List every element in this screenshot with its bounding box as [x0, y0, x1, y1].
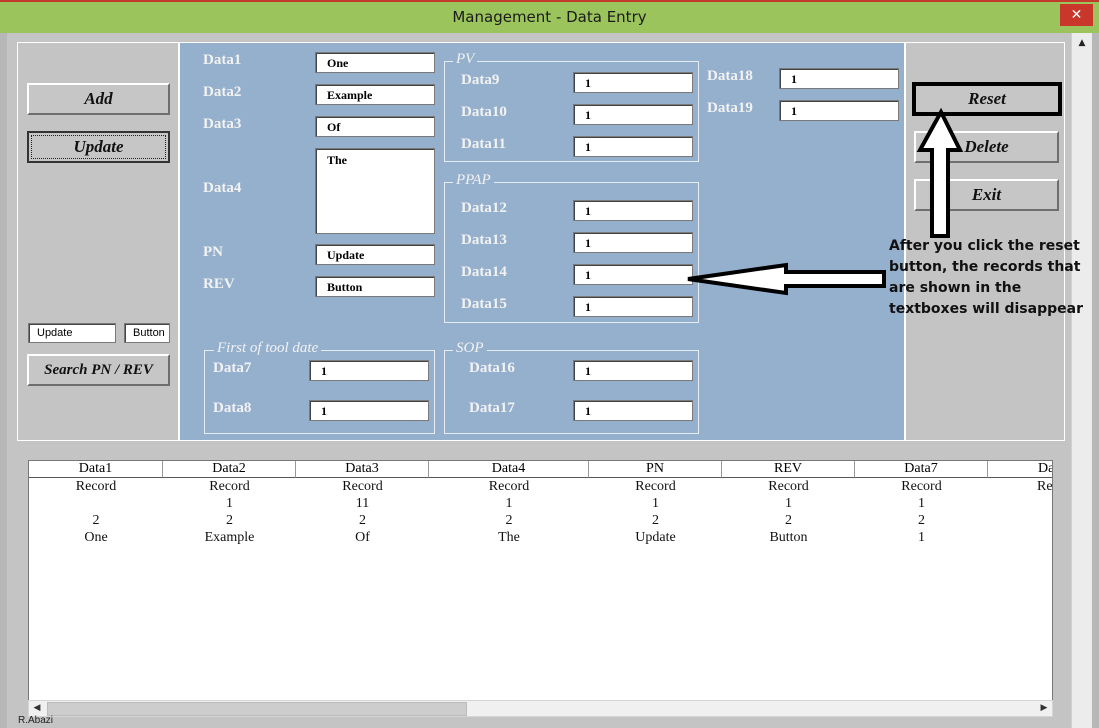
data18-input[interactable]: 1 — [779, 68, 899, 89]
data3-label: Data3 — [203, 116, 242, 132]
first-tool-date-title: First of tool date — [214, 340, 322, 357]
window-title: Management - Data Entry — [452, 8, 647, 26]
scroll-right-icon[interactable]: ▶ — [1036, 701, 1052, 716]
table-cell: 2 — [918, 513, 925, 528]
horizontal-scrollbar[interactable]: ◀ ▶ — [28, 700, 1053, 717]
data16-input[interactable]: 1 — [573, 360, 693, 381]
col-header-data1[interactable]: Data1 — [29, 461, 163, 478]
table-cell: 1 — [918, 496, 925, 511]
pn-input[interactable]: Update — [315, 244, 435, 265]
data2-label: Data2 — [203, 84, 242, 100]
table-cell: Record — [901, 479, 942, 494]
col-header-data3[interactable]: Data3 — [296, 461, 429, 478]
exit-button[interactable]: Exit — [914, 179, 1059, 211]
data14-label: Data14 — [461, 264, 507, 280]
data9-label: Data9 — [461, 72, 500, 88]
title-bar: Management - Data Entry ✕ — [0, 0, 1099, 33]
sop-frame-title: SOP — [453, 340, 487, 357]
update-button[interactable]: Update — [27, 131, 170, 163]
vertical-scrollbar[interactable]: ▲ — [1071, 33, 1092, 728]
scroll-up-icon[interactable]: ▲ — [1072, 35, 1092, 51]
col-header-data8-partial[interactable]: Da — [988, 461, 1052, 478]
data16-label: Data16 — [469, 360, 515, 376]
data10-label: Data10 — [461, 104, 507, 120]
search-rev-input[interactable]: Button — [124, 323, 170, 343]
table-cell: Record — [635, 479, 676, 494]
data15-label: Data15 — [461, 296, 507, 312]
table-cell: 2 — [505, 513, 513, 528]
data1-label: Data1 — [203, 52, 242, 68]
table-cell: 2 — [359, 513, 366, 528]
table-cell: 1 — [918, 530, 925, 545]
data3-input[interactable]: Of — [315, 116, 435, 137]
reset-button[interactable]: Reset — [912, 82, 1062, 116]
close-icon[interactable]: ✕ — [1060, 4, 1093, 26]
search-pn-rev-button[interactable]: Search PN / REV — [27, 354, 170, 386]
col-header-data2[interactable]: Data2 — [163, 461, 296, 478]
data2-input[interactable]: Example — [315, 84, 435, 105]
delete-button[interactable]: Delete — [914, 131, 1059, 163]
data15-input[interactable]: 1 — [573, 296, 693, 317]
data8-label: Data8 — [213, 400, 252, 416]
col-header-rev[interactable]: REV — [722, 461, 855, 478]
table-cell: Record — [488, 479, 530, 494]
pn-label: PN — [203, 244, 223, 260]
add-button[interactable]: Add — [27, 83, 170, 115]
table-cell: Record — [209, 479, 250, 494]
table-cell: 2 — [226, 513, 233, 528]
table-cell: Re — [1037, 479, 1053, 494]
table-cell: 2 — [92, 513, 100, 528]
table-cell: 2 — [652, 513, 659, 528]
data14-input[interactable]: 1 — [573, 264, 693, 285]
data7-label: Data7 — [213, 360, 252, 376]
table-cell: 1 — [226, 496, 233, 511]
search-pn-input[interactable]: Update — [28, 323, 116, 343]
col-header-data7[interactable]: Data7 — [855, 461, 988, 478]
table-cell: The — [498, 530, 520, 545]
data13-input[interactable]: 1 — [573, 232, 693, 253]
col-header-data4[interactable]: Data4 — [429, 461, 589, 478]
data17-label: Data17 — [469, 400, 515, 416]
table-cell: Record — [75, 479, 117, 494]
records-listbox[interactable]: Data1 Data2 Data3 Data4 PN REV Data7 Da … — [28, 460, 1053, 702]
ppap-frame-title: PPAP — [453, 172, 494, 189]
author-label: R.Abazi — [18, 715, 54, 726]
data13-label: Data13 — [461, 232, 507, 248]
rev-input[interactable]: Button — [315, 276, 435, 297]
data8-input[interactable]: 1 — [309, 400, 429, 421]
data19-label: Data19 — [707, 100, 753, 116]
scroll-thumb[interactable] — [47, 702, 467, 716]
data9-input[interactable]: 1 — [573, 72, 693, 93]
scroll-left-icon[interactable]: ◀ — [29, 701, 45, 716]
data4-label: Data4 — [203, 180, 242, 196]
table-cell: Button — [769, 530, 808, 545]
data11-input[interactable]: 1 — [573, 136, 693, 157]
table-cell: 1 — [505, 496, 513, 511]
data11-label: Data11 — [461, 136, 506, 152]
table-cell: Of — [355, 530, 370, 545]
data4-textarea[interactable]: The — [315, 148, 435, 234]
data12-input[interactable]: 1 — [573, 200, 693, 221]
table-cell: Update — [635, 530, 676, 545]
table-cell: 2 — [785, 513, 792, 528]
pv-frame-title: PV — [453, 51, 478, 68]
data10-input[interactable]: 1 — [573, 104, 693, 125]
table-cell: One — [84, 530, 108, 545]
annotation-text: After you click the reset button, the re… — [889, 238, 1083, 317]
data17-input[interactable]: 1 — [573, 400, 693, 421]
table-cell: Record — [342, 479, 383, 494]
table-cell: 1 — [652, 496, 659, 511]
table-cell: 1 — [785, 496, 792, 511]
data1-input[interactable]: One — [315, 52, 435, 73]
data18-label: Data18 — [707, 68, 753, 84]
data12-label: Data12 — [461, 200, 507, 216]
table-cell: Example — [204, 530, 255, 545]
table-cell: Record — [768, 479, 809, 494]
rev-label: REV — [203, 276, 235, 292]
table-cell — [29, 495, 163, 512]
col-header-pn[interactable]: PN — [589, 461, 722, 478]
data19-input[interactable]: 1 — [779, 100, 899, 121]
table-cell: 11 — [355, 496, 370, 511]
data7-input[interactable]: 1 — [309, 360, 429, 381]
